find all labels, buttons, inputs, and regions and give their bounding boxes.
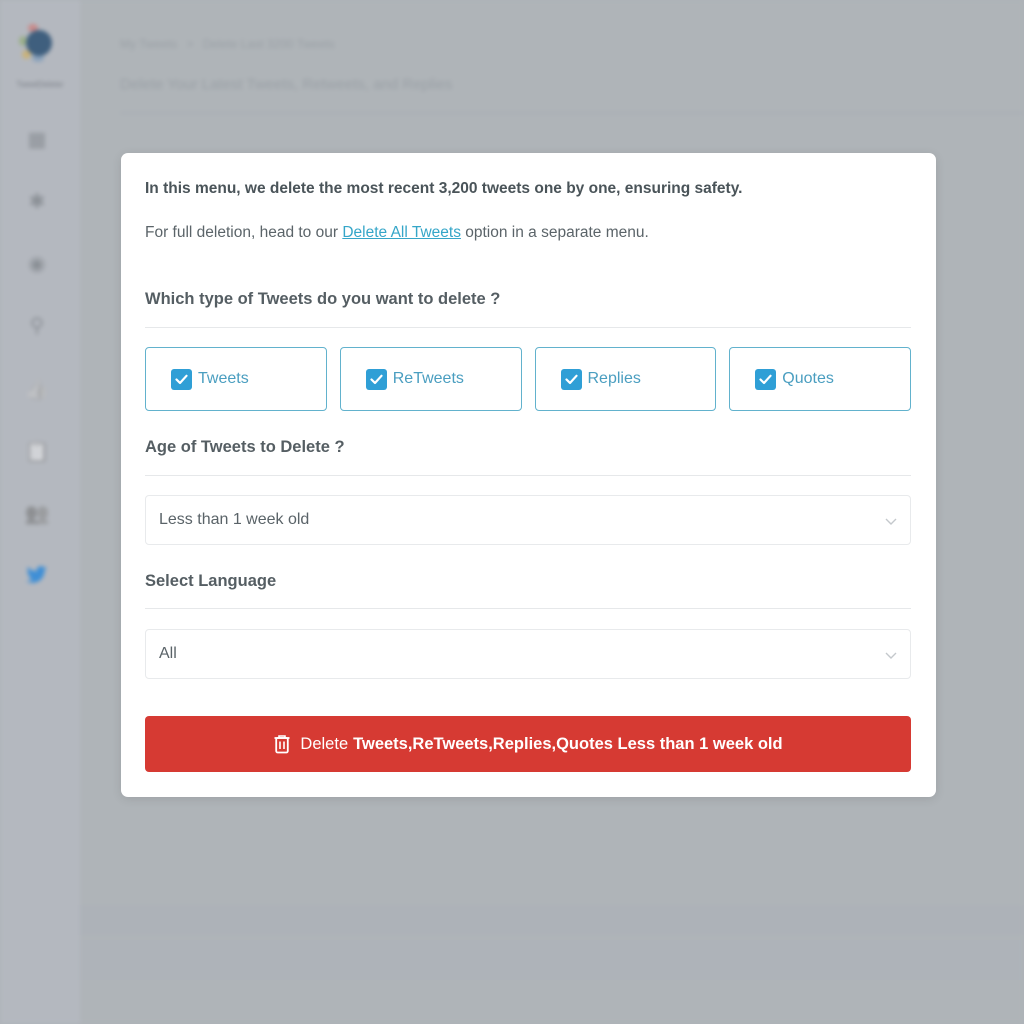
- age-title: Age of Tweets to Delete ?: [145, 438, 345, 456]
- language-select[interactable]: All: [145, 629, 911, 679]
- sidebar: TweetDeleter ▦ ✱ ◉ ⚲ 👍 📋 👥: [0, 0, 80, 1024]
- language-title: Select Language: [145, 572, 277, 590]
- delete-button-prefix: Delete: [300, 734, 349, 753]
- breadcrumb-item[interactable]: My Tweets: [120, 37, 177, 51]
- type-option-tweets[interactable]: Tweets: [145, 347, 327, 411]
- divider: [145, 327, 911, 328]
- delete-all-tweets-link[interactable]: Delete All Tweets: [342, 224, 461, 241]
- type-label: Tweets: [198, 370, 249, 387]
- type-option-retweets[interactable]: ReTweets: [339, 347, 522, 411]
- chevron-down-icon: [885, 518, 897, 525]
- age-select-value: Less than 1 week old: [159, 511, 310, 528]
- type-label: Replies: [587, 370, 641, 387]
- type-label: ReTweets: [392, 370, 464, 387]
- checkbox-checked[interactable]: [560, 368, 582, 390]
- breadcrumb: My Tweets > Delete Last 3200 Tweets: [120, 37, 335, 51]
- tweet-type-options: Tweets ReTweets Replies Quotes: [145, 347, 911, 411]
- twitter-bird-icon[interactable]: [24, 562, 50, 588]
- breadcrumb-item: Delete Last 3200 Tweets: [202, 37, 335, 51]
- chevron-down-icon: [885, 652, 897, 659]
- delete-button-summary: Tweets,ReTweets,Replies,Quotes Less than…: [353, 734, 783, 753]
- background-row: [80, 905, 1024, 935]
- logo-text: TweetDeleter: [16, 80, 64, 89]
- checkbox-checked[interactable]: [365, 368, 387, 390]
- divider: [145, 475, 911, 476]
- trash-icon: [274, 735, 290, 754]
- users-icon[interactable]: 👥: [24, 500, 50, 526]
- type-option-replies[interactable]: Replies: [534, 347, 717, 411]
- search-icon[interactable]: ⚲: [24, 312, 50, 338]
- checkbox-checked[interactable]: [755, 368, 777, 390]
- dashboard-grid-icon[interactable]: ▦: [24, 126, 50, 152]
- header-divider: [120, 112, 1024, 114]
- background-row: [80, 940, 1024, 980]
- age-select[interactable]: Less than 1 week old: [145, 495, 911, 545]
- breadcrumb-separator: >: [186, 37, 194, 51]
- checkbox-checked[interactable]: [171, 368, 192, 390]
- like-icon[interactable]: 👍: [24, 376, 50, 402]
- modal-intro: For full deletion, head to our Delete Al…: [145, 224, 649, 242]
- type-option-quotes[interactable]: Quotes: [729, 347, 911, 411]
- intro-suffix: option in a separate menu.: [460, 224, 649, 241]
- page-title: Delete Your Latest Tweets, Retweets, and…: [120, 76, 453, 93]
- delete-button[interactable]: Delete Tweets,ReTweets,Replies,Quotes Le…: [145, 716, 911, 772]
- app-logo[interactable]: [18, 24, 58, 64]
- language-select-value: All: [159, 645, 177, 662]
- divider: [145, 608, 911, 609]
- intro-prefix: For full deletion, head to our: [145, 224, 343, 241]
- types-title: Which type of Tweets do you want to dele…: [145, 290, 501, 308]
- type-label: Quotes: [782, 370, 834, 387]
- modal-intro-bold: In this menu, we delete the most recent …: [145, 180, 743, 197]
- clipboard-icon[interactable]: 📋: [24, 438, 50, 464]
- asterisk-icon[interactable]: ✱: [24, 188, 50, 214]
- target-circle-icon[interactable]: ◉: [24, 250, 50, 276]
- delete-tweets-modal: In this menu, we delete the most recent …: [121, 153, 936, 797]
